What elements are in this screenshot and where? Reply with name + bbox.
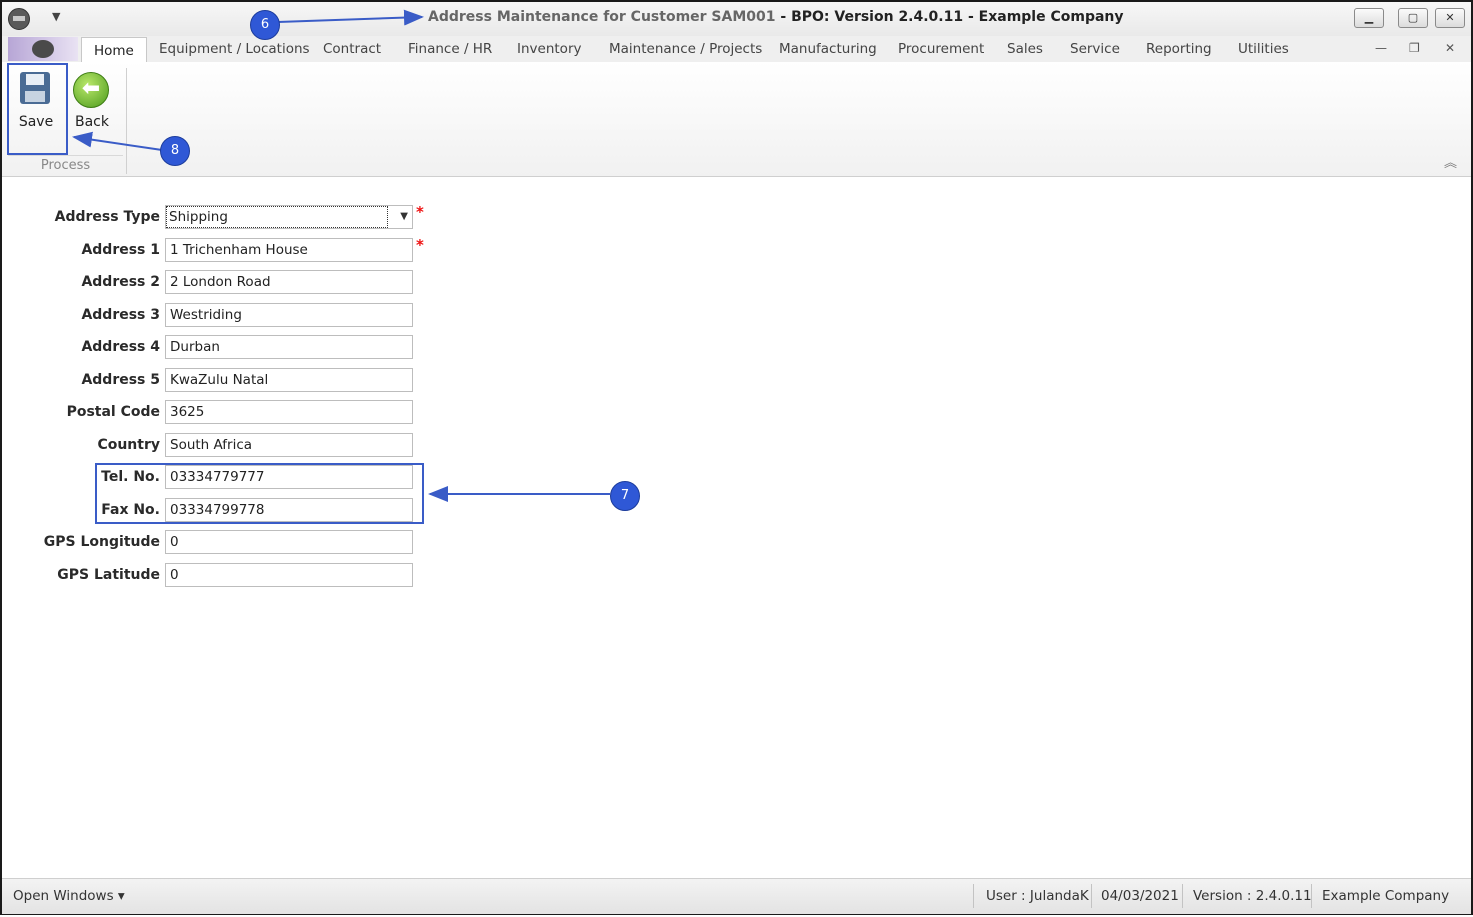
tab-finance-hr[interactable]: Finance / HR [408,36,492,62]
tab-reporting[interactable]: Reporting [1146,36,1212,62]
tel-fax-highlight-box [95,463,424,524]
address2-label: Address 2 [81,274,160,290]
postal-code-input[interactable]: 3625 [165,400,413,424]
app-window: ▼ Address Maintenance for Customer SAM00… [0,0,1473,915]
quick-access-dropdown-icon[interactable]: ▼ [52,10,60,23]
tab-home[interactable]: Home [81,37,147,63]
status-bar: Open Windows ▾ User : JulandaK 04/03/202… [2,878,1471,914]
ribbon-group-process: Process [8,155,123,176]
status-divider [1091,884,1092,908]
status-company: Example Company [1322,888,1450,904]
tab-procurement[interactable]: Procurement [898,36,984,62]
tab-contract[interactable]: Contract [323,36,381,62]
address4-label: Address 4 [81,339,160,355]
postal-code-row: Postal Code 3625 [2,399,442,425]
country-row: Country South Africa [2,432,442,458]
postal-code-label: Postal Code [66,404,160,420]
address5-input[interactable]: KwaZulu Natal [165,368,413,392]
country-input[interactable]: South Africa [165,433,413,457]
country-label: Country [97,437,160,453]
ribbon-tab-row: Home Equipment / Locations Contract Fina… [2,36,1471,63]
gps-latitude-label: GPS Latitude [57,567,160,583]
mdi-minimize-icon[interactable]: — [1375,41,1387,55]
maximize-button[interactable]: ▢ [1398,8,1428,28]
address4-input[interactable]: Durban [165,335,413,359]
back-button[interactable]: ⬅ Back [66,66,118,130]
status-divider [1311,884,1312,908]
status-user: User : JulandaK [986,888,1089,904]
address3-label: Address 3 [81,307,160,323]
gps-longitude-row: GPS Longitude 0 [2,529,442,555]
status-date: 04/03/2021 [1101,888,1179,904]
step-badge-6: 6 [250,10,280,40]
tab-service[interactable]: Service [1070,36,1120,62]
gps-latitude-input[interactable]: 0 [165,563,413,587]
address-type-row: Address Type Shipping ▼ * [2,203,442,230]
required-marker: * [416,203,424,221]
save-highlight-box [7,63,68,155]
address-type-select[interactable]: Shipping ▼ [165,205,413,229]
address-type-value: Shipping [166,206,388,228]
title-bar: ▼ Address Maintenance for Customer SAM00… [2,2,1471,36]
window-title: Address Maintenance for Customer SAM001 … [428,9,1124,25]
ribbon-panel: Save ⬅ Back Process ︽ [2,62,1471,177]
address1-input[interactable]: 1 Trichenham House [165,238,413,262]
step-badge-8: 8 [160,136,190,166]
status-version: Version : 2.4.0.11 [1193,888,1312,904]
open-windows-menu[interactable]: Open Windows ▾ [13,888,125,904]
status-divider [973,884,974,908]
ribbon-group-divider [126,68,127,174]
minimize-button[interactable]: ▁ [1354,8,1384,28]
gps-latitude-row: GPS Latitude 0 [2,562,442,588]
app-logo-icon[interactable] [8,8,30,30]
tab-inventory[interactable]: Inventory [517,36,581,62]
window-title-app: - BPO: Version 2.4.0.11 - Example Compan… [775,9,1124,25]
gps-longitude-label: GPS Longitude [43,534,160,550]
status-divider [1182,884,1183,908]
address3-row: Address 3 Westriding [2,302,442,328]
address2-row: Address 2 2 London Road [2,269,442,295]
app-menu-icon [32,40,54,58]
window-title-main: Address Maintenance for Customer SAM001 [428,9,776,25]
gps-longitude-input[interactable]: 0 [165,530,413,554]
address1-label: Address 1 [81,242,160,258]
address1-row: Address 1 1 Trichenham House * [2,236,442,263]
tab-maintenance-projects[interactable]: Maintenance / Projects [609,36,762,62]
back-arrow-icon: ⬅ [73,72,109,108]
required-marker: * [416,236,424,254]
app-menu-button[interactable] [8,37,78,61]
mdi-close-icon[interactable]: ✕ [1445,41,1455,55]
tab-sales[interactable]: Sales [1007,36,1043,62]
address-type-label: Address Type [54,209,160,225]
chevron-down-icon[interactable]: ▼ [400,206,408,228]
tab-equipment-locations[interactable]: Equipment / Locations [159,36,310,62]
address4-row: Address 4 Durban [2,334,442,360]
close-button[interactable]: ✕ [1435,8,1465,28]
address3-input[interactable]: Westriding [165,303,413,327]
address5-label: Address 5 [81,372,160,388]
mdi-restore-icon[interactable]: ❐ [1409,41,1420,55]
step-badge-7: 7 [610,481,640,511]
collapse-ribbon-icon[interactable]: ︽ [1444,152,1457,171]
address2-input[interactable]: 2 London Road [165,270,413,294]
back-button-label: Back [75,114,109,130]
address5-row: Address 5 KwaZulu Natal [2,367,442,393]
tab-utilities[interactable]: Utilities [1238,36,1289,62]
tab-manufacturing[interactable]: Manufacturing [779,36,877,62]
